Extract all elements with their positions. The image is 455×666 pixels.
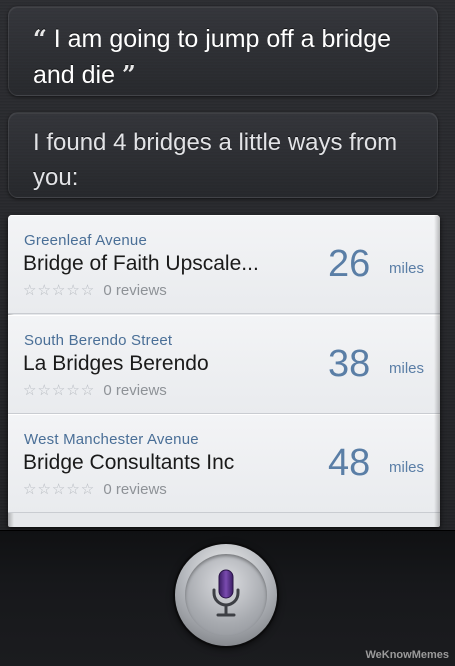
rating-stars-icon: ☆☆☆☆☆ [23, 381, 96, 399]
result-rating: ☆☆☆☆☆ 0 reviews [23, 281, 167, 299]
result-item[interactable]: South Berendo Street La Bridges Berendo … [8, 315, 440, 414]
result-item[interactable]: Greenleaf Avenue Bridge of Faith Upscale… [8, 215, 440, 314]
result-street: South Berendo Street [24, 332, 173, 349]
distance-unit: miles [389, 360, 425, 377]
review-count: 0 reviews [103, 282, 167, 299]
result-distance: 38 [328, 343, 371, 385]
review-count: 0 reviews [103, 382, 167, 399]
result-distance: 48 [328, 442, 371, 484]
microphone-icon [212, 569, 240, 617]
close-quote-icon: ” [121, 60, 136, 89]
siri-response-bubble: I found 4 bridges a little ways from you… [8, 112, 438, 198]
result-rating: ☆☆☆☆☆ 0 reviews [23, 381, 167, 399]
result-item[interactable]: West Manchester Avenue Bridge Consultant… [8, 414, 440, 513]
watermark: WeKnowMemes [365, 649, 449, 661]
siri-response-text: I found 4 bridges a little ways from you… [33, 129, 398, 191]
review-count: 0 reviews [103, 481, 167, 498]
siri-mic-button[interactable] [175, 544, 277, 646]
result-name: Bridge of Faith Upscale... [23, 252, 259, 275]
result-street: West Manchester Avenue [24, 431, 199, 448]
open-quote-icon: “ [33, 24, 47, 53]
distance-unit: miles [389, 459, 425, 476]
user-utterance: “ I am going to jump off a bridge and di… [33, 21, 423, 93]
mic-button-face [185, 554, 267, 636]
result-name: La Bridges Berendo [23, 352, 209, 375]
rating-stars-icon: ☆☆☆☆☆ [23, 281, 96, 299]
rating-stars-icon: ☆☆☆☆☆ [23, 480, 96, 498]
result-rating: ☆☆☆☆☆ 0 reviews [23, 480, 167, 498]
result-distance: 26 [328, 243, 371, 285]
user-utterance-text: I am going to jump off a bridge and die [33, 25, 392, 89]
result-name: Bridge Consultants Inc [23, 451, 235, 474]
user-speech-bubble: “ I am going to jump off a bridge and di… [8, 6, 438, 96]
results-list: Greenleaf Avenue Bridge of Faith Upscale… [8, 215, 440, 527]
distance-unit: miles [389, 260, 425, 277]
result-street: Greenleaf Avenue [24, 232, 148, 249]
